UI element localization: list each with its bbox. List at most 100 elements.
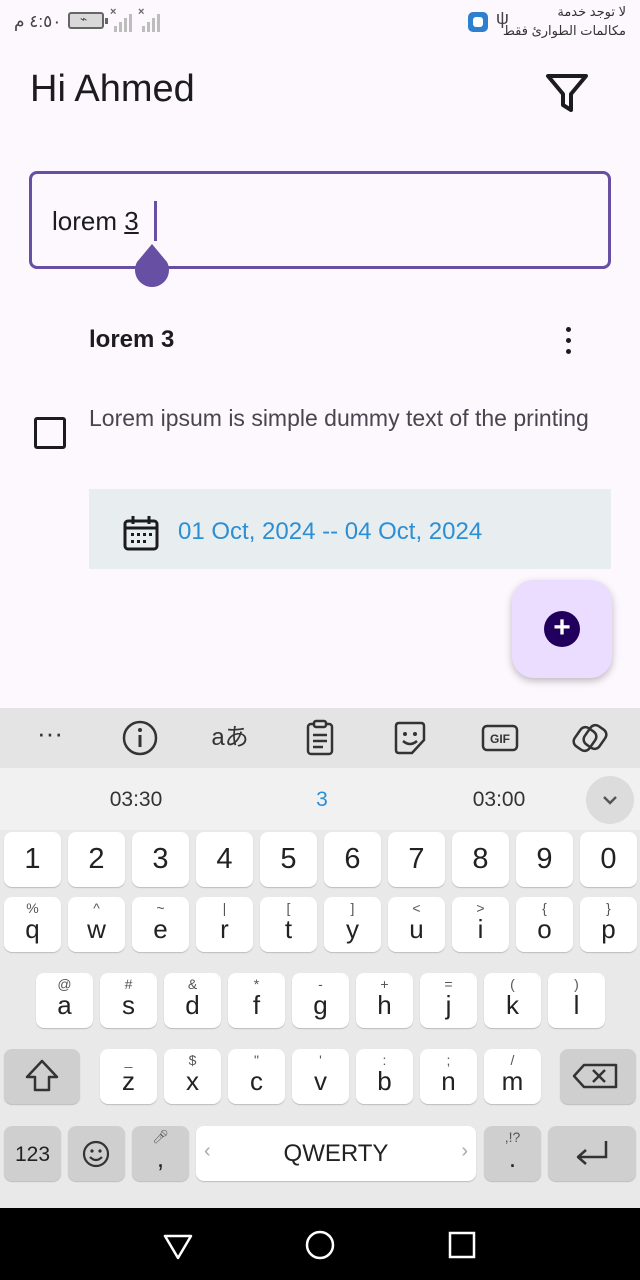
key-y-label: y <box>346 914 359 944</box>
key-d[interactable]: & d <box>164 973 221 1028</box>
key-v[interactable]: ' v <box>292 1049 349 1104</box>
key-n-label: n <box>441 1066 456 1096</box>
signal-icon-2: × <box>138 6 160 32</box>
key-w[interactable]: ^ w <box>68 897 125 952</box>
info-icon[interactable] <box>120 718 160 758</box>
home-icon[interactable] <box>303 1228 337 1262</box>
key-u-label: u <box>409 914 424 944</box>
task-title: lorem 3 <box>89 326 175 353</box>
search-input[interactable]: lorem 3 <box>29 171 611 269</box>
key-s-label: s <box>122 990 135 1020</box>
search-value-prefix: lorem <box>52 206 125 236</box>
key-9-label: 9 <box>536 843 553 875</box>
key-y[interactable]: ] y <box>324 897 381 952</box>
date-range-text: 01 Oct, 2024 -- 04 Oct, 2024 <box>178 518 483 545</box>
key-a-label: a <box>57 990 72 1020</box>
space-key[interactable]: QWERTY ‹ › <box>196 1126 476 1181</box>
key-s[interactable]: # s <box>100 973 157 1028</box>
key-a[interactable]: @ a <box>36 973 93 1028</box>
task-checkbox[interactable] <box>34 417 66 449</box>
key-x[interactable]: $ x <box>164 1049 221 1104</box>
key-c-label: c <box>250 1066 263 1096</box>
chevron-right-icon: › <box>461 1140 468 1162</box>
chevron-left-icon: ‹ <box>204 1140 211 1162</box>
key-3[interactable]: 3 <box>132 832 189 887</box>
plus-icon: + <box>544 611 580 647</box>
key-t-label: t <box>284 914 293 944</box>
back-icon[interactable] <box>161 1228 195 1262</box>
shift-key[interactable] <box>4 1049 80 1104</box>
key-m-label: m <box>501 1066 524 1096</box>
keyboard: ··· aあ GIF 03:30 3 03:00 1 2 3 4 5 6 7 8 9 0% q ^ w ~… <box>0 708 640 1208</box>
backspace-key[interactable] <box>560 1049 636 1104</box>
key-2[interactable]: 2 <box>68 832 125 887</box>
key-4[interactable]: 4 <box>196 832 253 887</box>
key-u[interactable]: < u <box>388 897 445 952</box>
key-7[interactable]: 7 <box>388 832 445 887</box>
key-r-label: r <box>220 914 229 944</box>
enter-icon <box>576 1141 608 1165</box>
handwriting-icon[interactable] <box>570 718 610 758</box>
key-6[interactable]: 6 <box>324 832 381 887</box>
date-range-chip[interactable]: 01 Oct, 2024 -- 04 Oct, 2024 <box>89 489 611 569</box>
suggestion-center[interactable]: 3 <box>262 788 382 812</box>
more-options-icon[interactable] <box>552 322 584 358</box>
key-z[interactable]: _ z <box>100 1049 157 1104</box>
more-icon[interactable]: ··· <box>30 718 70 758</box>
key-i-label: i <box>477 914 484 944</box>
enter-key[interactable] <box>548 1126 636 1181</box>
suggestion-left[interactable]: 03:30 <box>76 788 196 812</box>
key-p-label: p <box>601 914 616 944</box>
emoji-icon <box>82 1140 110 1168</box>
key-5[interactable]: 5 <box>260 832 317 887</box>
key-j-label: j <box>445 990 452 1020</box>
key-h[interactable]: + h <box>356 973 413 1028</box>
gif-label: GIF <box>490 732 510 746</box>
key-6-label: 6 <box>344 843 361 875</box>
filter-icon[interactable] <box>544 70 590 116</box>
key-k-label: k <box>506 990 519 1020</box>
key-t[interactable]: [t <box>260 897 317 952</box>
key-b-label: b <box>377 1066 392 1096</box>
period-key[interactable]: ,!?. <box>484 1126 541 1181</box>
chevron-down-icon[interactable] <box>586 776 634 824</box>
key-n[interactable]: ; n <box>420 1049 477 1104</box>
key-j[interactable]: = j <box>420 973 477 1028</box>
key-4-label: 4 <box>216 843 233 875</box>
key-b[interactable]: :b <box>356 1049 413 1104</box>
key-0[interactable]: 0 <box>580 832 637 887</box>
status-time: ٤:٥٠ م <box>14 12 62 31</box>
gif-icon[interactable]: GIF <box>480 718 520 758</box>
space-key-label: QWERTY <box>283 1140 389 1167</box>
cursor-handle[interactable] <box>133 244 171 288</box>
add-task-button[interactable]: + <box>512 580 612 678</box>
key-q[interactable]: % q <box>4 897 61 952</box>
battery-icon: ⌁ <box>68 12 108 29</box>
key-o[interactable]: {o <box>516 897 573 952</box>
key-1[interactable]: 1 <box>4 832 61 887</box>
text-caret <box>154 201 157 241</box>
key-k[interactable]: (k <box>484 973 541 1028</box>
emoji-key[interactable] <box>68 1126 125 1181</box>
comma-key[interactable]: 🎤︎, <box>132 1126 189 1181</box>
key-c[interactable]: " c <box>228 1049 285 1104</box>
key-8-label: 8 <box>472 843 489 875</box>
search-value: lorem 3 <box>52 206 139 237</box>
recents-icon[interactable] <box>445 1228 479 1262</box>
key-i[interactable]: > i <box>452 897 509 952</box>
sticker-icon[interactable] <box>390 718 430 758</box>
key-9[interactable]: 9 <box>516 832 573 887</box>
clipboard-icon[interactable] <box>300 718 340 758</box>
key-r[interactable]: | r <box>196 897 253 952</box>
key-l[interactable]: ) l <box>548 973 605 1028</box>
key-g[interactable]: -g <box>292 973 349 1028</box>
suggestion-right[interactable]: 03:00 <box>439 788 559 812</box>
key-f[interactable]: * f <box>228 973 285 1028</box>
key-8[interactable]: 8 <box>452 832 509 887</box>
key-p[interactable]: } p <box>580 897 637 952</box>
symbols-key[interactable]: 123 <box>4 1126 61 1181</box>
key-e[interactable]: ~ e <box>132 897 189 952</box>
key-m[interactable]: / m <box>484 1049 541 1104</box>
translate-icon[interactable]: aあ <box>210 718 250 758</box>
key-e-label: e <box>153 914 168 944</box>
